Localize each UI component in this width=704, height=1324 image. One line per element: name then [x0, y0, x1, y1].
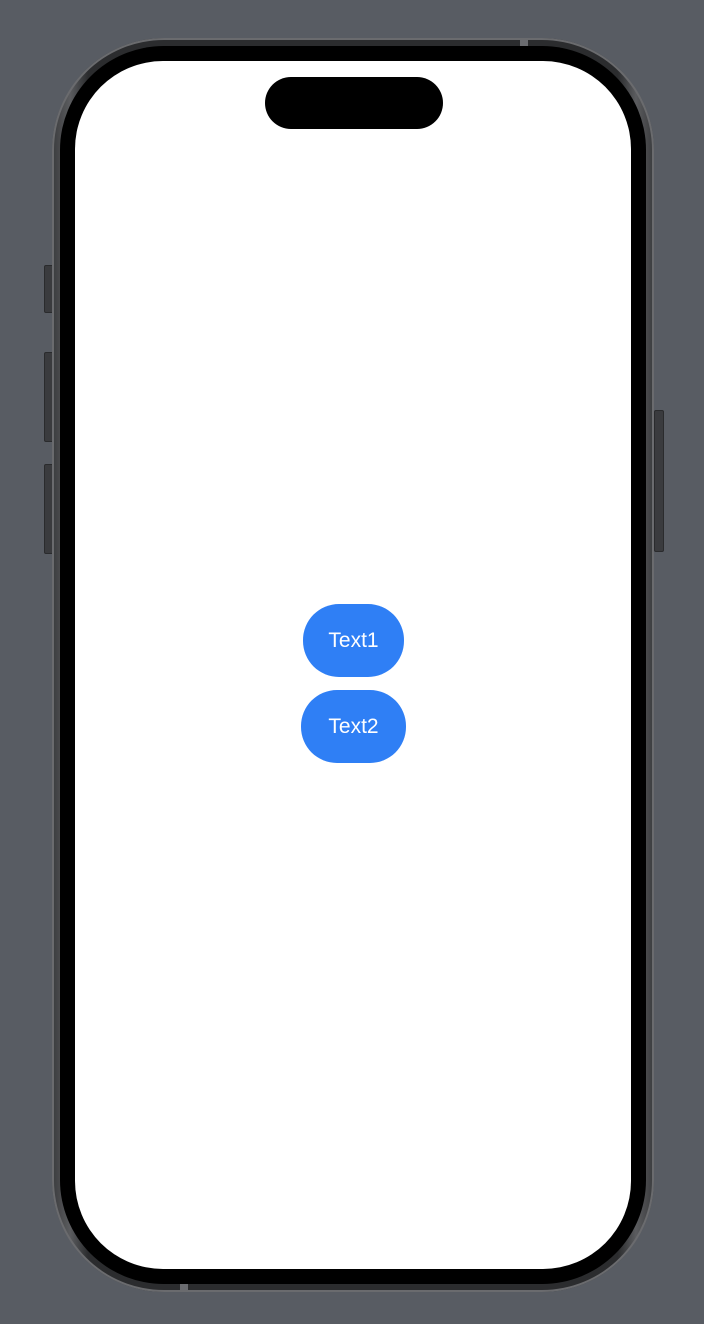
- antenna-band-top: [520, 40, 528, 46]
- text1-button[interactable]: Text1: [303, 604, 404, 677]
- phone-screen: Text1 Text2: [75, 61, 631, 1269]
- antenna-band-bottom: [180, 1284, 188, 1290]
- side-button-hardware: [654, 410, 664, 552]
- dynamic-island: [265, 77, 443, 129]
- text2-button[interactable]: Text2: [301, 690, 406, 763]
- simulator-stage: Text1 Text2: [0, 0, 704, 1324]
